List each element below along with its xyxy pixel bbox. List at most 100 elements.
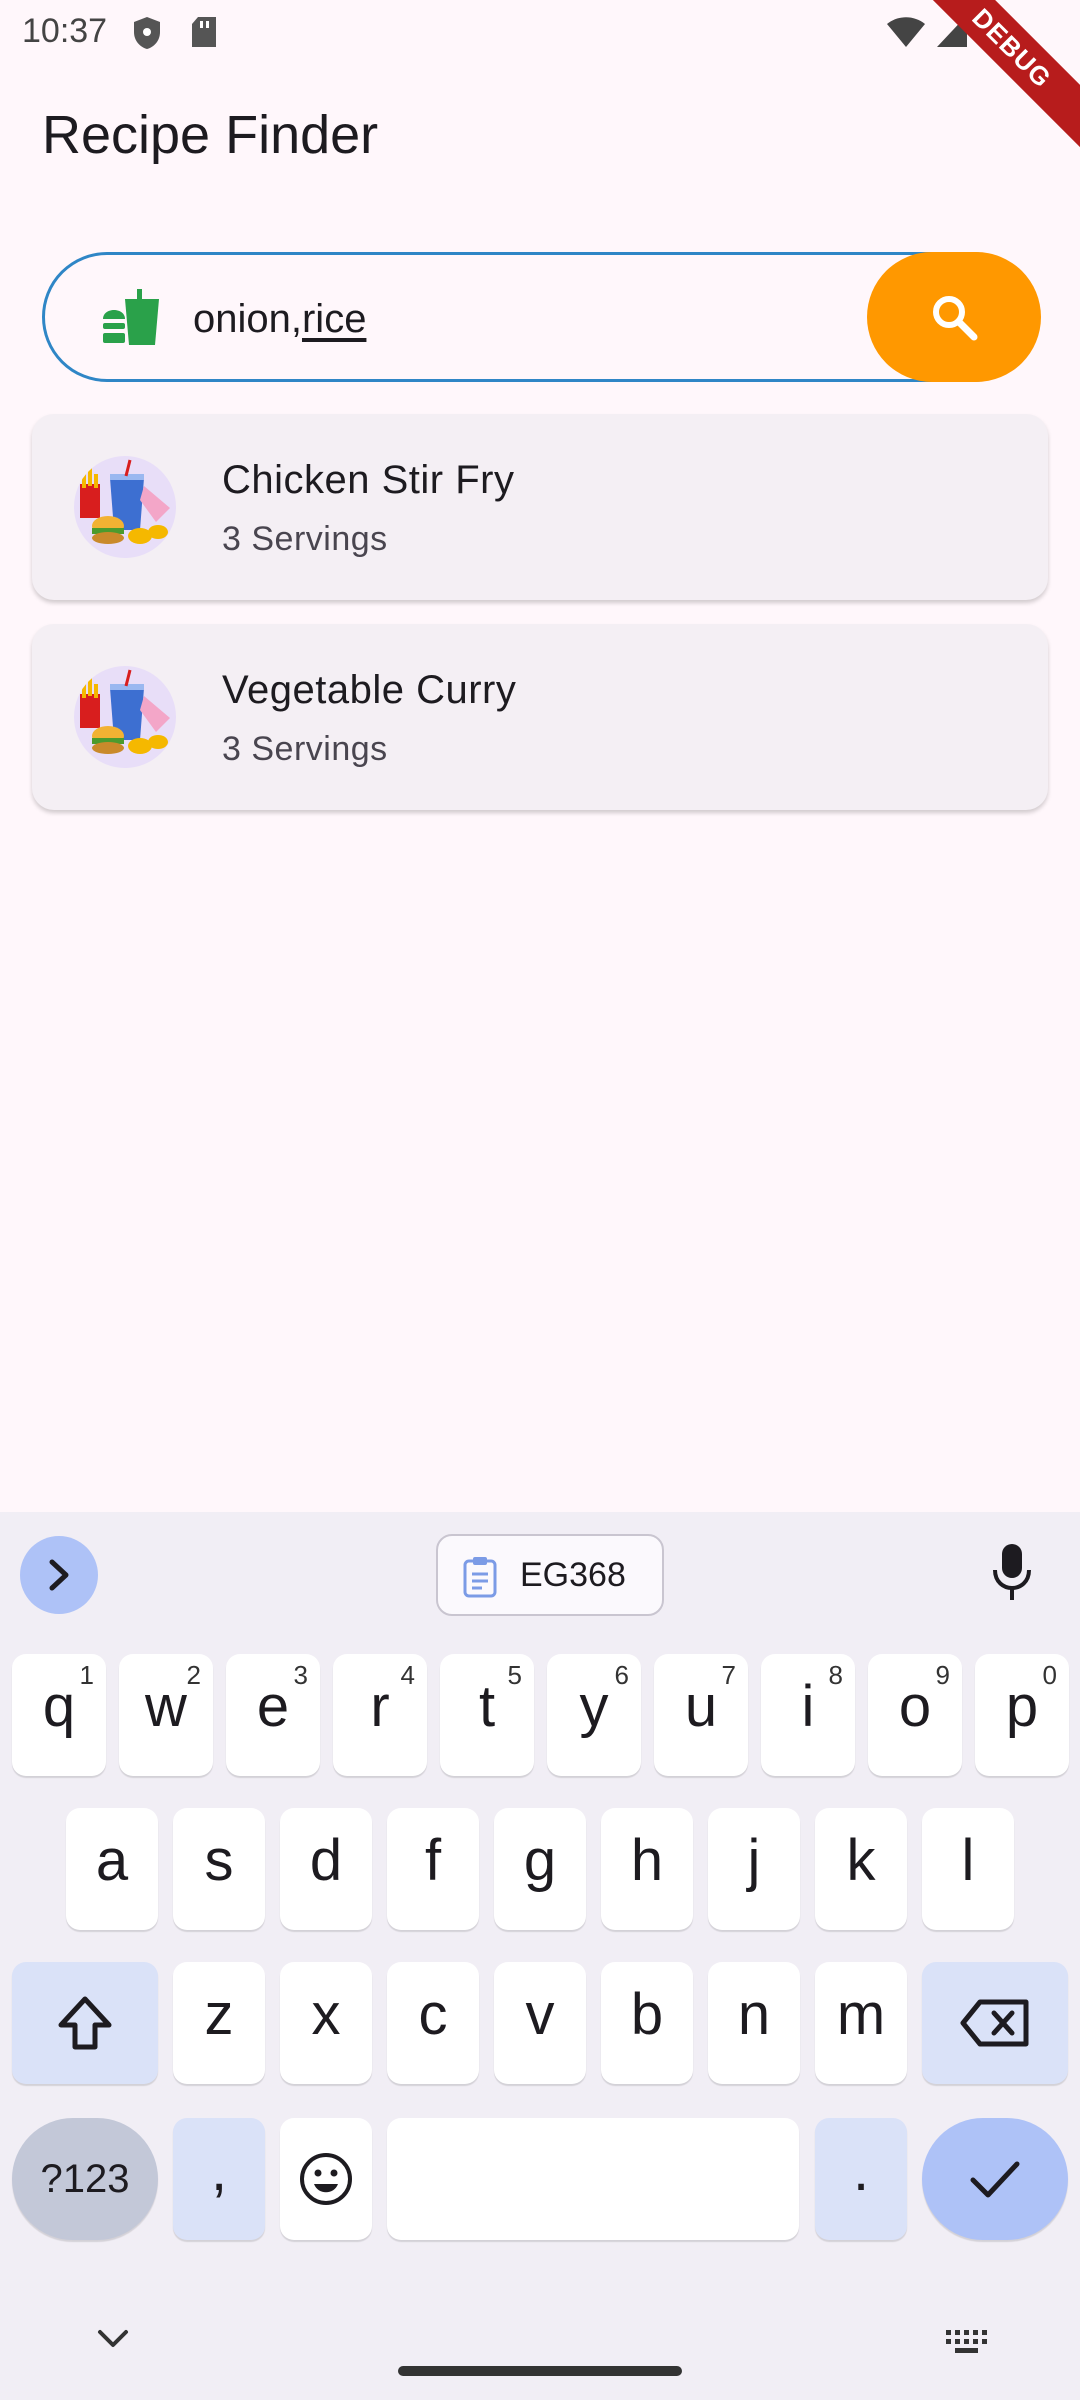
fastfood-icon bbox=[103, 289, 159, 345]
key-u[interactable]: u7 bbox=[654, 1654, 748, 1776]
period-key[interactable]: . bbox=[815, 2118, 907, 2240]
microphone-icon[interactable] bbox=[992, 1542, 1032, 1602]
recipe-card[interactable]: Chicken Stir Fry 3 Servings bbox=[32, 414, 1048, 600]
home-indicator[interactable] bbox=[398, 2366, 682, 2376]
key-label: g bbox=[523, 1828, 557, 1893]
key-label: h bbox=[630, 1828, 664, 1893]
key-d[interactable]: d bbox=[280, 1808, 372, 1930]
key-label: m bbox=[836, 1982, 886, 2047]
recipe-thumbnail bbox=[74, 456, 176, 558]
key-p[interactable]: p0 bbox=[975, 1654, 1069, 1776]
chevron-right-icon bbox=[49, 1559, 69, 1591]
search-input-text: onion, bbox=[193, 297, 302, 341]
key-c[interactable]: c bbox=[387, 1962, 479, 2084]
on-screen-keyboard: EG368 q1 w2 e3 r4 t5 y6 u7 i8 o9 p0 a s … bbox=[0, 1512, 1080, 2400]
key-w[interactable]: w2 bbox=[119, 1654, 213, 1776]
search-input[interactable]: onion,rice bbox=[193, 297, 366, 342]
key-f[interactable]: f bbox=[387, 1808, 479, 1930]
key-hint-label: 5 bbox=[507, 1660, 522, 1690]
key-label: n bbox=[737, 1982, 771, 2047]
key-label: . bbox=[852, 2138, 870, 2203]
key-j[interactable]: j bbox=[708, 1808, 800, 1930]
key-q[interactable]: q1 bbox=[12, 1654, 106, 1776]
key-g[interactable]: g bbox=[494, 1808, 586, 1930]
clipboard-suggestion-chip[interactable]: EG368 bbox=[436, 1534, 664, 1616]
key-l[interactable]: l bbox=[922, 1808, 1014, 1930]
key-hint-label: 8 bbox=[828, 1660, 843, 1690]
ingredient-search-field[interactable]: onion,rice bbox=[42, 252, 1041, 382]
key-label: k bbox=[846, 1828, 876, 1893]
recipe-card[interactable]: Vegetable Curry 3 Servings bbox=[32, 624, 1048, 810]
key-v[interactable]: v bbox=[494, 1962, 586, 2084]
key-label: f bbox=[424, 1828, 442, 1893]
shift-key[interactable] bbox=[12, 1962, 158, 2084]
key-hint-label: 3 bbox=[293, 1660, 308, 1690]
key-b[interactable]: b bbox=[601, 1962, 693, 2084]
key-x[interactable]: x bbox=[280, 1962, 372, 2084]
key-i[interactable]: i8 bbox=[761, 1654, 855, 1776]
key-t[interactable]: t5 bbox=[440, 1654, 534, 1776]
key-h[interactable]: h bbox=[601, 1808, 693, 1930]
key-label: a bbox=[95, 1828, 129, 1893]
recipe-thumbnail bbox=[74, 666, 176, 768]
key-hint-label: 7 bbox=[721, 1660, 736, 1690]
status-time: 10:37 bbox=[22, 12, 108, 50]
key-label: ?123 bbox=[40, 2157, 130, 2201]
recipe-title: Vegetable Curry bbox=[222, 668, 517, 712]
key-label: b bbox=[630, 1982, 664, 2047]
debug-banner: DEBUG bbox=[904, 0, 1080, 156]
key-hint-label: 2 bbox=[186, 1660, 201, 1690]
recipe-servings: 3 Servings bbox=[222, 730, 388, 768]
key-label: s bbox=[204, 1828, 234, 1893]
key-label: x bbox=[311, 1982, 341, 2047]
key-label: d bbox=[309, 1828, 343, 1893]
key-e[interactable]: e3 bbox=[226, 1654, 320, 1776]
key-label: , bbox=[210, 2138, 228, 2203]
key-label: z bbox=[204, 1982, 234, 2047]
key-z[interactable]: z bbox=[173, 1962, 265, 2084]
space-key[interactable] bbox=[387, 2118, 799, 2240]
key-k[interactable]: k bbox=[815, 1808, 907, 1930]
key-n[interactable]: n bbox=[708, 1962, 800, 2084]
keyboard-toolbar-expand-button[interactable] bbox=[20, 1536, 98, 1614]
page-title: Recipe Finder bbox=[42, 105, 379, 165]
checkmark-icon bbox=[970, 2161, 1020, 2198]
key-m[interactable]: m bbox=[815, 1962, 907, 2084]
key-label: j bbox=[747, 1828, 761, 1893]
key-hint-label: 6 bbox=[614, 1660, 629, 1690]
hide-keyboard-icon[interactable] bbox=[96, 2328, 130, 2350]
key-hint-label: 1 bbox=[79, 1660, 94, 1690]
backspace-key[interactable] bbox=[922, 1962, 1068, 2084]
keyboard-switch-icon[interactable] bbox=[946, 2330, 990, 2354]
backspace-icon bbox=[960, 1999, 1029, 2047]
key-y[interactable]: y6 bbox=[547, 1654, 641, 1776]
key-o[interactable]: o9 bbox=[868, 1654, 962, 1776]
symbols-key[interactable]: ?123 bbox=[12, 2118, 158, 2240]
key-hint-label: 9 bbox=[935, 1660, 950, 1690]
clipboard-chip-text: EG368 bbox=[520, 1556, 626, 1594]
wifi-icon bbox=[887, 17, 925, 47]
key-label: c bbox=[418, 1982, 448, 2047]
key-a[interactable]: a bbox=[66, 1808, 158, 1930]
comma-key[interactable]: , bbox=[173, 2118, 265, 2240]
shift-icon bbox=[58, 1996, 112, 2050]
search-input-composing-text: rice bbox=[301, 297, 367, 341]
search-button[interactable] bbox=[867, 252, 1041, 382]
key-s[interactable]: s bbox=[173, 1808, 265, 1930]
shield-icon bbox=[134, 17, 160, 49]
fast-food-thumbnail-icon bbox=[80, 669, 170, 754]
clipboard-icon bbox=[463, 1557, 497, 1598]
fast-food-thumbnail-icon bbox=[80, 459, 170, 544]
key-hint-label: 4 bbox=[400, 1660, 415, 1690]
search-icon bbox=[933, 296, 978, 341]
status-bar: 10:37 DEBUG bbox=[0, 0, 1080, 156]
emoji-key[interactable] bbox=[280, 2118, 372, 2240]
key-hint-label: 0 bbox=[1042, 1660, 1057, 1690]
key-r[interactable]: r4 bbox=[333, 1654, 427, 1776]
done-key[interactable] bbox=[922, 2118, 1068, 2240]
sd-card-icon bbox=[192, 17, 216, 47]
key-label: l bbox=[961, 1828, 975, 1893]
emoji-icon bbox=[300, 2153, 352, 2205]
recipe-servings: 3 Servings bbox=[222, 520, 388, 558]
key-label: v bbox=[525, 1982, 555, 2047]
